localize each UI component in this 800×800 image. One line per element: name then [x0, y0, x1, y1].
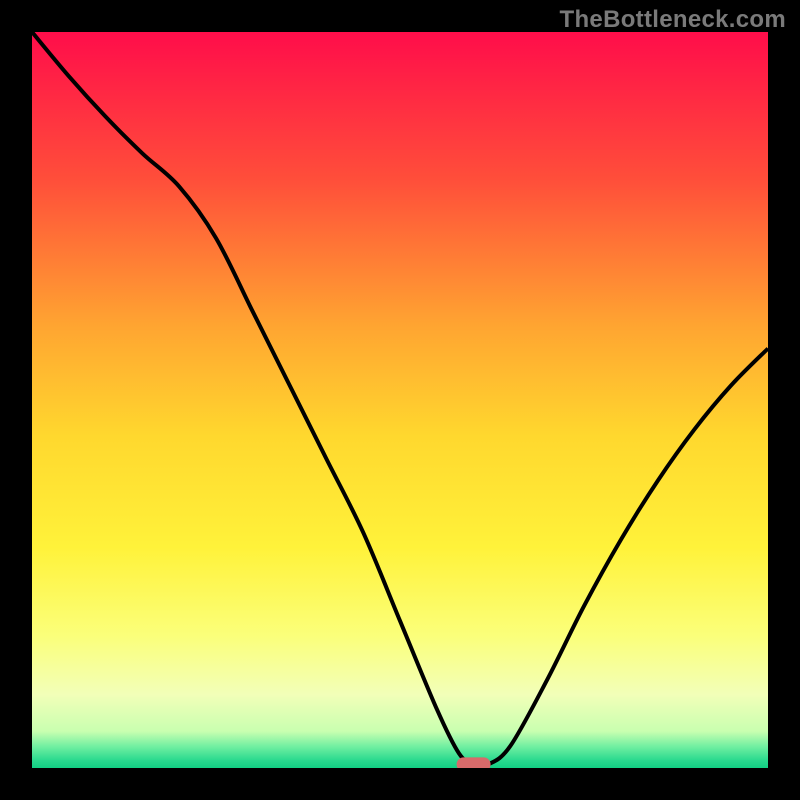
watermark-text: TheBottleneck.com: [560, 6, 786, 34]
bottleneck-chart: [0, 0, 800, 800]
chart-frame: TheBottleneck.com: [0, 0, 800, 800]
gradient-background: [32, 32, 768, 768]
